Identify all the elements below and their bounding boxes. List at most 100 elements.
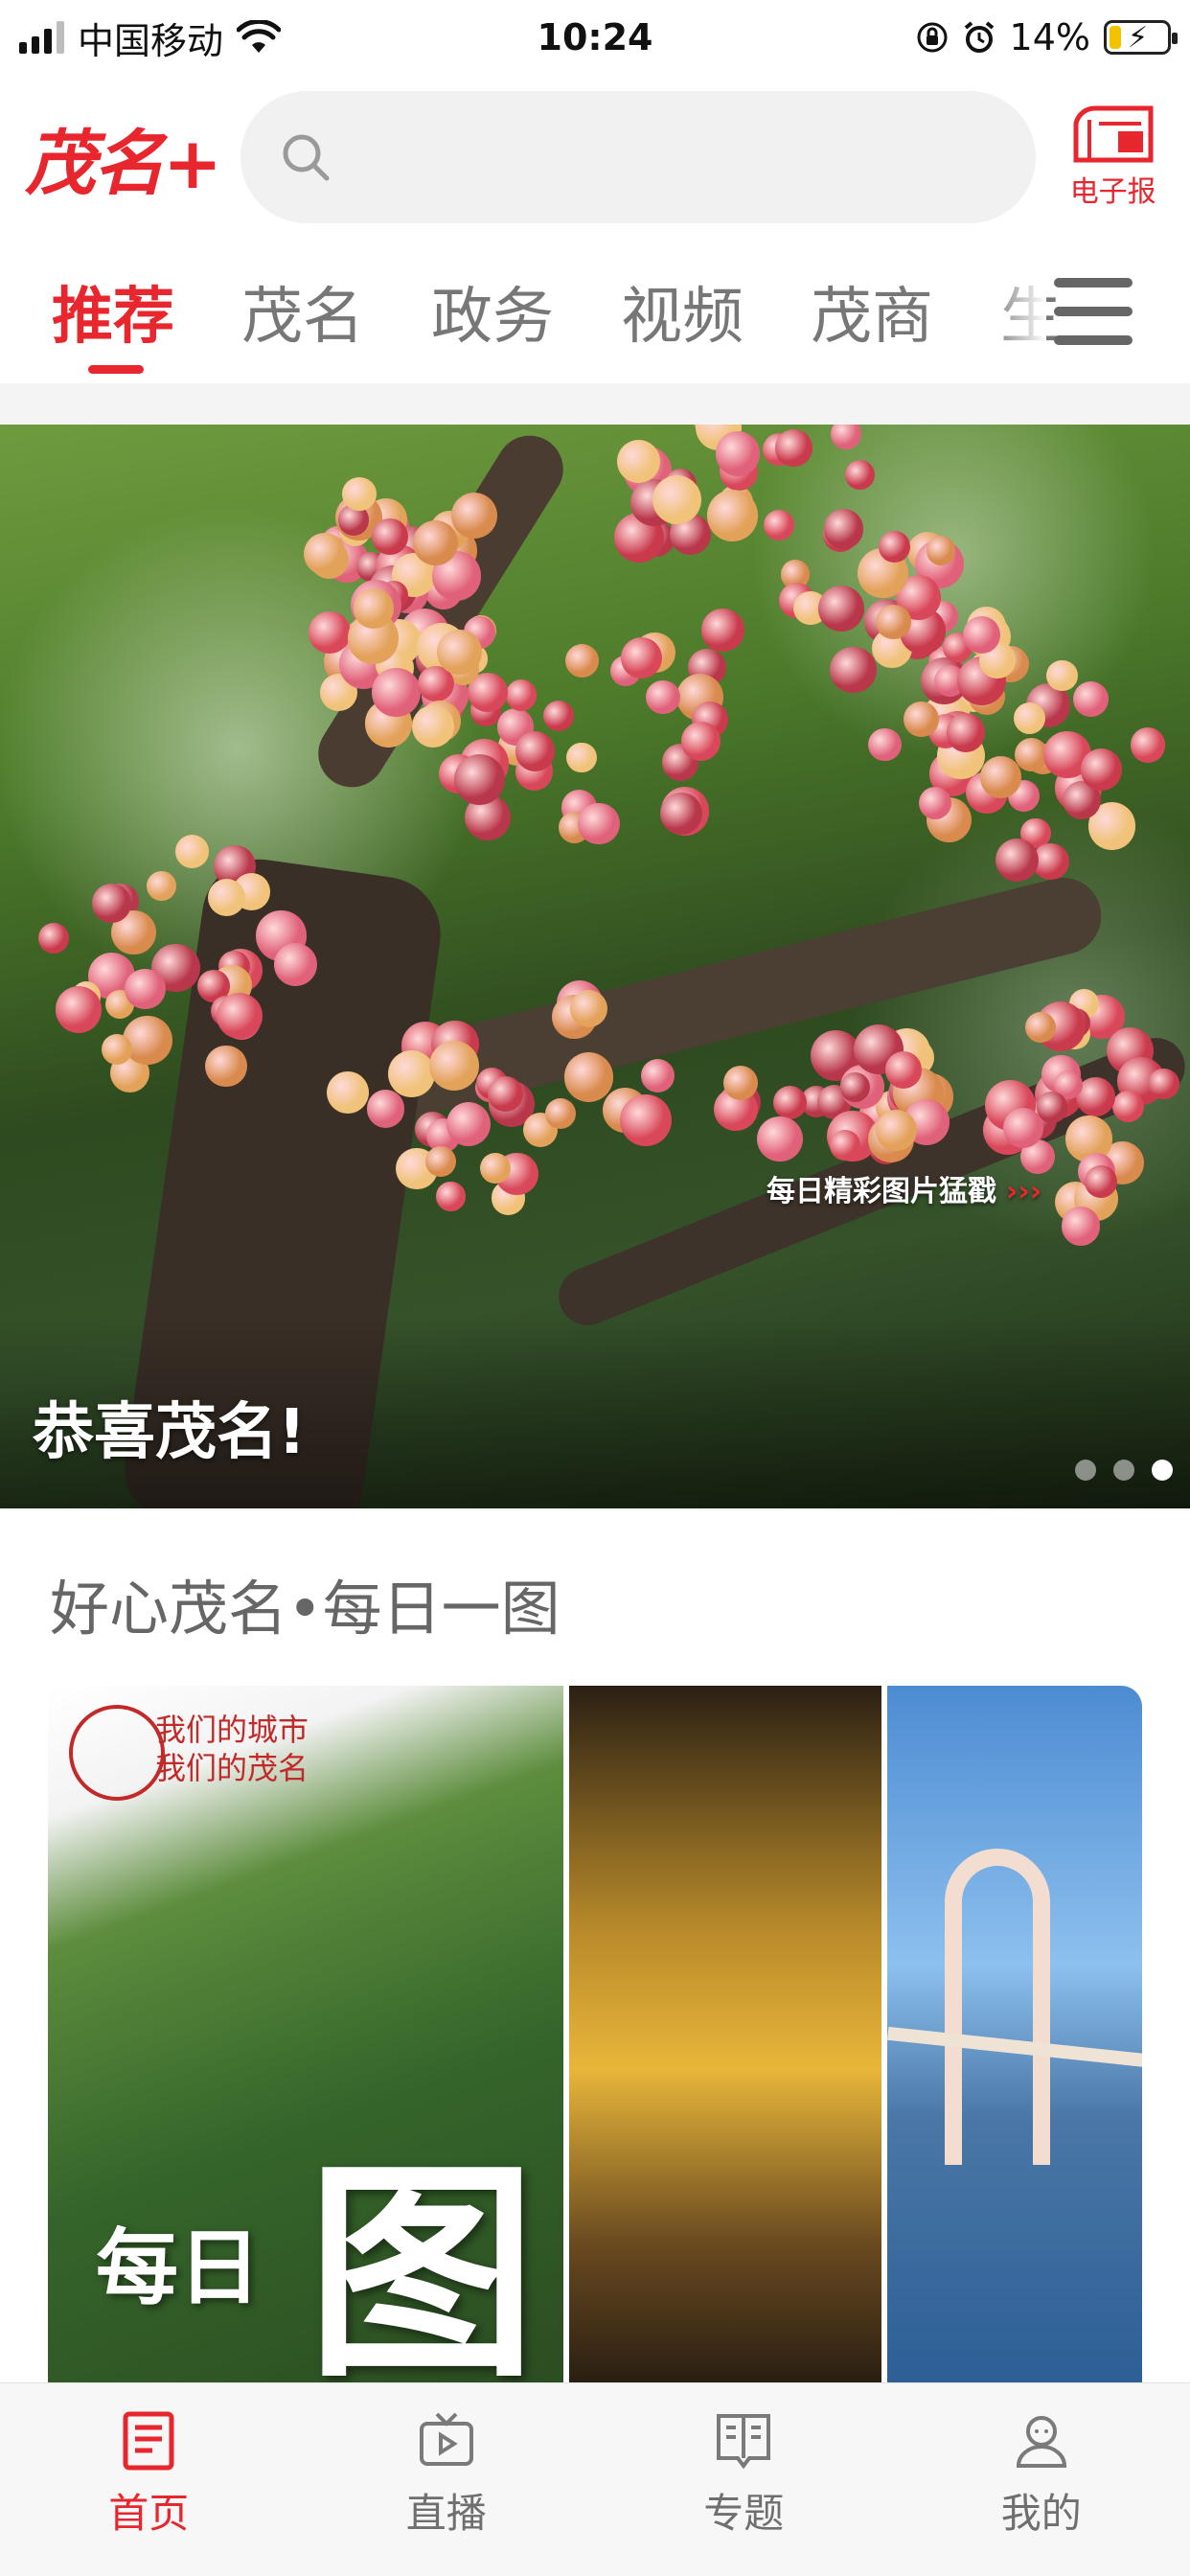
lychee-fruit (875, 1109, 917, 1151)
channel-menu-icon[interactable] (1054, 278, 1133, 345)
lychee-fruit (1080, 748, 1123, 791)
carousel-dot (1075, 1460, 1096, 1481)
chevrons-right-icon: ››› (1006, 1175, 1042, 1208)
lychee-fruit (926, 535, 956, 565)
lychee-fruit (844, 460, 875, 491)
lychee-fruit (505, 679, 537, 711)
channel-tabs: 推荐 茂名 政务 视频 茂商 生 (0, 240, 1190, 383)
image-small-chars: 每日 (96, 2220, 261, 2316)
search-bar[interactable] (240, 91, 1037, 223)
lychee-fruit (775, 429, 812, 467)
lychee-fruit (515, 731, 556, 771)
lychee-fruit (327, 1070, 370, 1114)
lychee-fruit (436, 1182, 466, 1211)
daily-picture-section: 好心茂名•每日一图 我们的城市 我们的茂名 图 每日 (0, 1510, 1190, 2382)
battery-percent: 14% (1009, 16, 1090, 58)
lychee-fruit (101, 1033, 133, 1065)
tab-video[interactable]: 视频 (621, 240, 744, 383)
lychee-fruit (354, 588, 394, 629)
lychee-fruit (37, 923, 69, 954)
lychee-fruit (619, 1094, 672, 1147)
nav-home[interactable]: 首页 (0, 2383, 298, 2576)
nav-topics[interactable]: 专题 (595, 2383, 893, 2576)
nav-live[interactable]: 直播 (298, 2383, 596, 2576)
lychee-fruit (645, 679, 680, 715)
lychee-fruit (868, 727, 902, 762)
lychee-fruit (620, 637, 662, 679)
tab-recommend[interactable]: 推荐 (52, 240, 174, 383)
lychee-fruit (147, 871, 176, 902)
lychee-fruit (962, 616, 1000, 654)
daily-panel-fruit: 我们的城市 我们的茂名 图 每日 (48, 1686, 563, 2382)
lychee-fruit (716, 431, 761, 476)
app-logo: 茂名+ (25, 122, 222, 205)
tabs-fade (989, 240, 1046, 383)
lychee-fruit (428, 1040, 479, 1091)
nav-profile[interactable]: 我的 (893, 2383, 1190, 2576)
tab-maoming[interactable]: 茂名 (241, 240, 364, 383)
city-seal-logo (69, 1705, 165, 1801)
app-page: 中国移动 10:24 14% ⚡ 茂名+ 电子报 推荐 茂名 政务 视频 茂商 … (0, 0, 1190, 2576)
daily-panel-beach (563, 1686, 881, 2382)
banner-carousel[interactable]: 恭喜茂名! (0, 425, 1190, 1508)
lychee-fruit (412, 704, 455, 748)
signal-icon (19, 21, 64, 54)
home-news-icon (123, 2411, 174, 2471)
lychee-fruit (818, 585, 864, 632)
tab-government[interactable]: 政务 (431, 240, 554, 383)
banner-caption: 恭喜茂名! (33, 1397, 307, 1468)
battery-icon: ⚡ (1104, 20, 1178, 55)
lychee-fruit (125, 968, 166, 1010)
image-big-char: 图 (307, 2140, 538, 2382)
alarm-icon (964, 21, 994, 53)
user-icon (1016, 2416, 1066, 2468)
lychee-fruit (830, 646, 878, 694)
lychee-fruit (772, 1085, 808, 1120)
lychee-fruit (387, 1049, 436, 1098)
tab-business[interactable]: 茂商 (811, 240, 933, 383)
lychee-fruit (424, 1146, 456, 1178)
wifi-icon (237, 20, 282, 53)
lychee-fruit (722, 1066, 758, 1101)
lychee-fruit (1061, 1207, 1101, 1246)
lychee-fruit (91, 883, 131, 923)
lychee-fruit (659, 793, 702, 836)
section-title: 好心茂名•每日一图 (50, 1574, 561, 1644)
lychee-fruit (371, 518, 408, 555)
lychee-fruit (367, 1090, 405, 1128)
carrier-label: 中国移动 (78, 19, 224, 62)
lychee-fruit (450, 493, 497, 540)
newspaper-icon (1073, 105, 1154, 163)
lychee-fruit (207, 878, 245, 916)
lychee-fruit (756, 1116, 803, 1162)
lychee-fruit (216, 992, 263, 1040)
lychee-fruit (1148, 1068, 1179, 1099)
lychee-fruit (437, 629, 483, 675)
lychee-fruit (706, 490, 758, 541)
carousel-dots (1075, 1460, 1173, 1481)
lychee-fruit (701, 609, 744, 652)
lychee-fruit (876, 604, 911, 639)
daily-panel-bridge (881, 1686, 1142, 2382)
lychee-fruit (55, 986, 103, 1033)
lychee-fruit (308, 610, 351, 654)
lychee-fruit (446, 1101, 492, 1147)
status-left: 中国移动 (19, 12, 282, 64)
lychee-fruit (563, 1052, 613, 1102)
lychee-fruit (879, 531, 911, 563)
lychee-fruit (979, 756, 1022, 799)
image-footer-text: 每日精彩图片猛戳 (767, 1175, 996, 1208)
lychee-fruit (918, 787, 951, 820)
lychee-fruit (903, 702, 939, 738)
daily-picture-card[interactable]: 我们的城市 我们的茂名 图 每日 (48, 1686, 1142, 2382)
book-icon (717, 2414, 771, 2470)
app-header: 茂名+ 电子报 (0, 75, 1190, 240)
epaper-label: 电子报 (1069, 175, 1156, 209)
lychee-fruit (454, 753, 506, 805)
bottom-nav: 首页 直播 专题 我的 (0, 2382, 1190, 2576)
epaper-button[interactable]: 电子报 (1061, 104, 1165, 210)
search-input[interactable] (352, 135, 1023, 179)
lychee-fruit (566, 742, 597, 773)
lychee-fruit (1046, 660, 1078, 692)
bridge-tower (945, 1849, 1050, 2165)
